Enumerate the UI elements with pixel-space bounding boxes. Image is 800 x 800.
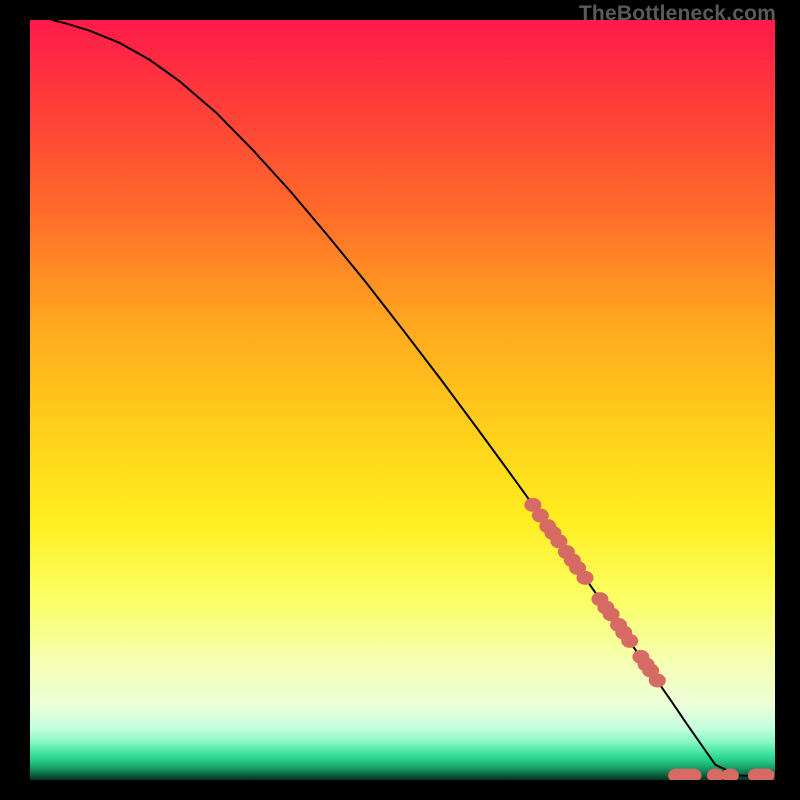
marker-point [722,768,739,780]
marker-point [649,673,666,687]
marker-point [707,768,724,780]
watermark-label: TheBottleneck.com [579,2,776,26]
stage: TheBottleneck.com [0,0,800,800]
scatter-markers [524,498,774,780]
marker-point [577,571,594,585]
curve-line [52,20,775,776]
marker-point [621,634,638,648]
chart-overlay [30,20,775,780]
plot-area [30,20,775,780]
